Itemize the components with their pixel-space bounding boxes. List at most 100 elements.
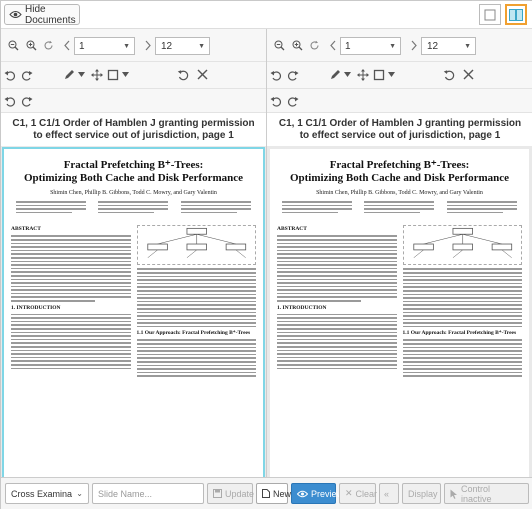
affiliation-block	[98, 199, 169, 215]
introduction-heading: 1. INTRODUCTION	[11, 304, 61, 311]
document-page: Fractal Prefetching B⁺-Trees: Optimizing…	[2, 147, 265, 477]
chevron-down-icon: ▼	[389, 42, 396, 50]
shape-chevron-icon[interactable]	[122, 72, 129, 77]
rotate-right-icon[interactable]	[287, 96, 299, 107]
paper-authors: Shimin Chen, Phillip B. Gibbons, Todd C.…	[50, 190, 217, 196]
chevron-down-icon: ▼	[123, 42, 130, 50]
figure-tree	[402, 225, 522, 266]
redo-icon[interactable]	[21, 70, 33, 81]
zoom-in-icon[interactable]	[26, 40, 37, 51]
next-page-icon[interactable]	[410, 40, 418, 51]
close-annotation-icon[interactable]	[197, 69, 208, 80]
pen-color-chevron-icon[interactable]	[78, 72, 85, 77]
rotate-left-icon[interactable]	[4, 96, 16, 107]
page-total-select[interactable]: 12 ▼	[155, 37, 210, 55]
mode-select-value: Cross Examina	[11, 488, 73, 499]
paper-title-line1: Fractal Prefetching B⁺-Trees:	[329, 159, 470, 171]
next-page-icon[interactable]	[144, 40, 152, 51]
refresh-icon[interactable]	[309, 40, 320, 51]
redo-icon[interactable]	[287, 70, 299, 81]
affiliation-block	[364, 199, 435, 215]
abstract-heading: ABSTRACT	[11, 226, 41, 233]
preview-button[interactable]: Preview	[291, 483, 343, 504]
rectangle-icon[interactable]	[373, 69, 385, 81]
affiliation-block	[446, 199, 517, 215]
paper-authors: Shimin Chen, Phillip B. Gibbons, Todd C.…	[316, 190, 483, 196]
document-title: C1, 1 C1/1 Order of Hamblen J granting p…	[1, 113, 266, 146]
clear-label: Clear	[355, 488, 378, 499]
paper-body: ABSTRACT 1. INTRODUCTION 1.1 Our Approac…	[270, 223, 529, 379]
rectangle-icon[interactable]	[107, 69, 119, 81]
pen-icon[interactable]	[63, 69, 75, 81]
reset-icon[interactable]	[177, 69, 189, 81]
page-select[interactable]: 1 ▼	[340, 37, 401, 55]
top-bar: Hide Documents	[1, 1, 532, 29]
rotate-right-icon[interactable]	[21, 96, 33, 107]
paper-title-line1: Fractal Prefetching B⁺-Trees:	[63, 159, 204, 171]
chevron-down-icon: ▼	[464, 42, 471, 50]
chevron-down-icon: ⌄	[76, 489, 83, 498]
introduction-heading: 1. INTRODUCTION	[277, 304, 327, 311]
new-label: New	[273, 488, 292, 499]
zoom-out-icon[interactable]	[8, 40, 19, 51]
eye-icon	[9, 10, 22, 19]
page-total: 12	[427, 40, 439, 52]
navigation-toolbar: 1 ▼ 12 ▼	[1, 29, 266, 62]
close-annotation-icon[interactable]	[463, 69, 474, 80]
control-inactive-button[interactable]: Control inactive	[444, 483, 529, 504]
move-icon[interactable]	[357, 69, 369, 81]
secondary-toolbar	[267, 89, 532, 113]
abstract-heading: ABSTRACT	[277, 226, 307, 233]
approach-heading: 1.1 Our Approach: Fractal Prefetching B⁺…	[136, 330, 251, 337]
previous-page-icon[interactable]	[63, 40, 71, 51]
paper-body: ABSTRACT 1. INTRODUCTION 1.1 Our Approac…	[4, 223, 263, 379]
paper-column-right: 1.1 Our Approach: Fractal Prefetching B⁺…	[136, 223, 256, 379]
new-button[interactable]: New	[256, 483, 292, 504]
page-total-select[interactable]: 12 ▼	[421, 37, 476, 55]
hide-documents-label: Hide Documents	[25, 3, 76, 26]
reset-icon[interactable]	[443, 69, 455, 81]
paper-column-right: 1.1 Our Approach: Fractal Prefetching B⁺…	[402, 223, 522, 379]
shape-chevron-icon[interactable]	[388, 72, 395, 77]
split-view-icon	[509, 8, 523, 21]
pen-color-chevron-icon[interactable]	[344, 72, 351, 77]
update-button[interactable]: Update	[207, 483, 255, 504]
split-view-button[interactable]	[505, 4, 527, 25]
document-page: Fractal Prefetching B⁺-Trees: Optimizing…	[270, 149, 529, 477]
mode-select[interactable]: Cross Examina ⌄	[5, 483, 89, 504]
secondary-toolbar	[1, 89, 266, 113]
control-inactive-label: Control inactive	[461, 483, 492, 504]
navigation-toolbar: 1 ▼ 12 ▼	[267, 29, 532, 62]
zoom-out-icon[interactable]	[274, 40, 285, 51]
slide-name-input[interactable]: Slide Name...	[92, 483, 204, 504]
document-pane-left: 1 ▼ 12 ▼ C1, 1 C1/1 Order of Hamblen J g…	[1, 29, 267, 477]
page-current: 1	[345, 40, 351, 52]
app-window: Hide Documents 1 ▼ 12 ▼ C1, 1 C1/1 Order…	[0, 0, 532, 509]
display-label: Display	[408, 488, 438, 499]
move-icon[interactable]	[91, 69, 103, 81]
refresh-icon[interactable]	[43, 40, 54, 51]
document-viewer[interactable]: Fractal Prefetching B⁺-Trees: Optimizing…	[1, 146, 266, 477]
pen-icon[interactable]	[329, 69, 341, 81]
document-viewer[interactable]: Fractal Prefetching B⁺-Trees: Optimizing…	[267, 146, 532, 477]
display-button[interactable]: Display	[402, 483, 441, 504]
approach-heading: 1.1 Our Approach: Fractal Prefetching B⁺…	[402, 330, 517, 337]
undo-icon[interactable]	[4, 70, 16, 81]
clear-button[interactable]: ✕ Clear	[339, 483, 378, 504]
annotation-toolbar	[267, 62, 532, 89]
hide-documents-button[interactable]: Hide Documents	[4, 3, 80, 26]
collapse-button[interactable]: «	[379, 483, 399, 504]
single-view-icon	[484, 9, 496, 21]
double-chevron-left-icon: «	[384, 488, 390, 499]
undo-icon[interactable]	[270, 70, 282, 81]
cursor-icon	[450, 489, 458, 499]
rotate-left-icon[interactable]	[270, 96, 282, 107]
previous-page-icon[interactable]	[329, 40, 337, 51]
page-select[interactable]: 1 ▼	[74, 37, 135, 55]
single-view-button[interactable]	[479, 4, 501, 25]
affiliation-block	[282, 199, 353, 215]
zoom-in-icon[interactable]	[292, 40, 303, 51]
page-total: 12	[161, 40, 173, 52]
page-current: 1	[79, 40, 85, 52]
update-label: Update	[225, 488, 255, 499]
